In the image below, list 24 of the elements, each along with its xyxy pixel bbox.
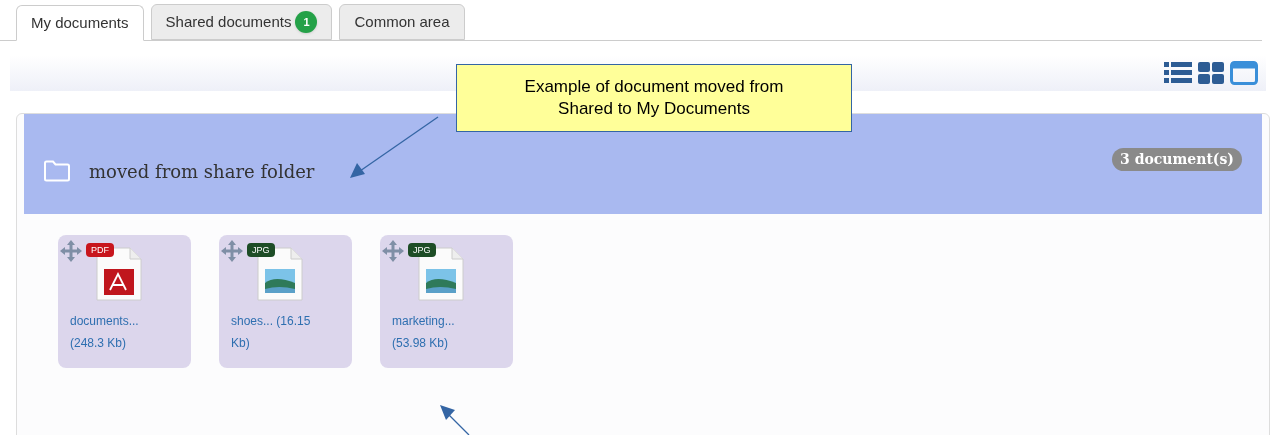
annotation-arrow bbox=[439, 404, 471, 435]
tab[interactable]: My documents bbox=[16, 5, 144, 41]
file-type-label: JPG bbox=[247, 243, 275, 257]
document-card[interactable]: PDF documents... (248.3 Kb) bbox=[58, 235, 191, 368]
move-icon[interactable] bbox=[221, 240, 243, 262]
move-icon[interactable] bbox=[382, 240, 404, 262]
document-card[interactable]: JPG shoes... (16.15 Kb) bbox=[219, 235, 352, 368]
grid-view-icon[interactable] bbox=[1198, 62, 1224, 84]
annotation-callout: Example of document moved from Shared to My Documents bbox=[456, 64, 852, 132]
tab[interactable]: Common area bbox=[339, 4, 465, 40]
window-view-icon[interactable] bbox=[1230, 61, 1258, 85]
file-type-label: JPG bbox=[408, 243, 436, 257]
document-card[interactable]: JPG marketing... (53.98 Kb) bbox=[380, 235, 513, 368]
move-icon[interactable] bbox=[60, 240, 82, 262]
document-link[interactable]: marketing... (53.98 Kb) bbox=[392, 310, 492, 354]
count-badge: 1 bbox=[295, 11, 318, 33]
document-count-badge: 3 document(s) bbox=[1112, 147, 1242, 171]
document-link[interactable]: documents... (248.3 Kb) bbox=[70, 310, 170, 354]
folder-name: moved from share folder bbox=[89, 159, 315, 184]
document-link[interactable]: shoes... (16.15 Kb) bbox=[231, 310, 331, 354]
list-view-icon[interactable] bbox=[1164, 62, 1192, 84]
file-type-label: PDF bbox=[86, 243, 114, 257]
tab[interactable]: Shared documents 1 bbox=[150, 4, 333, 40]
folder-icon bbox=[43, 160, 71, 182]
